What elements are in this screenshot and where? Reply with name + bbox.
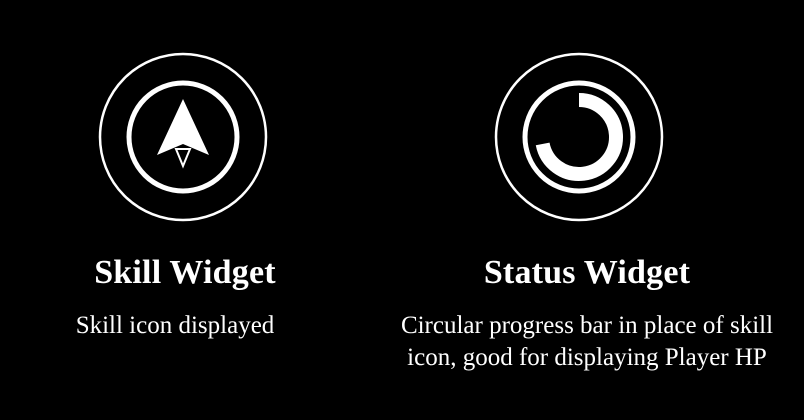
description-line: Circular progress bar in place of skill xyxy=(400,312,774,339)
outer-ring xyxy=(494,52,664,222)
status-widget-title: Status Widget xyxy=(483,254,691,291)
status-widget-description: Circular progress bar in place of skill … xyxy=(370,310,804,374)
circular-progress-icon xyxy=(535,93,623,181)
skill-widget-description: Skill icon displayed xyxy=(0,310,350,342)
skill-widget-icon xyxy=(98,52,268,222)
status-widget-panel: Status Widget Circular progress bar in p… xyxy=(370,0,804,420)
arrow-skill-icon xyxy=(157,99,209,169)
skill-widget-title: Skill Widget xyxy=(94,254,276,291)
status-widget-icon xyxy=(494,52,664,222)
description-line: icon, good for displaying Player HP xyxy=(407,344,767,371)
description-line: Skill icon displayed xyxy=(75,312,275,339)
skill-widget-panel: Skill Widget Skill icon displayed xyxy=(0,0,370,420)
